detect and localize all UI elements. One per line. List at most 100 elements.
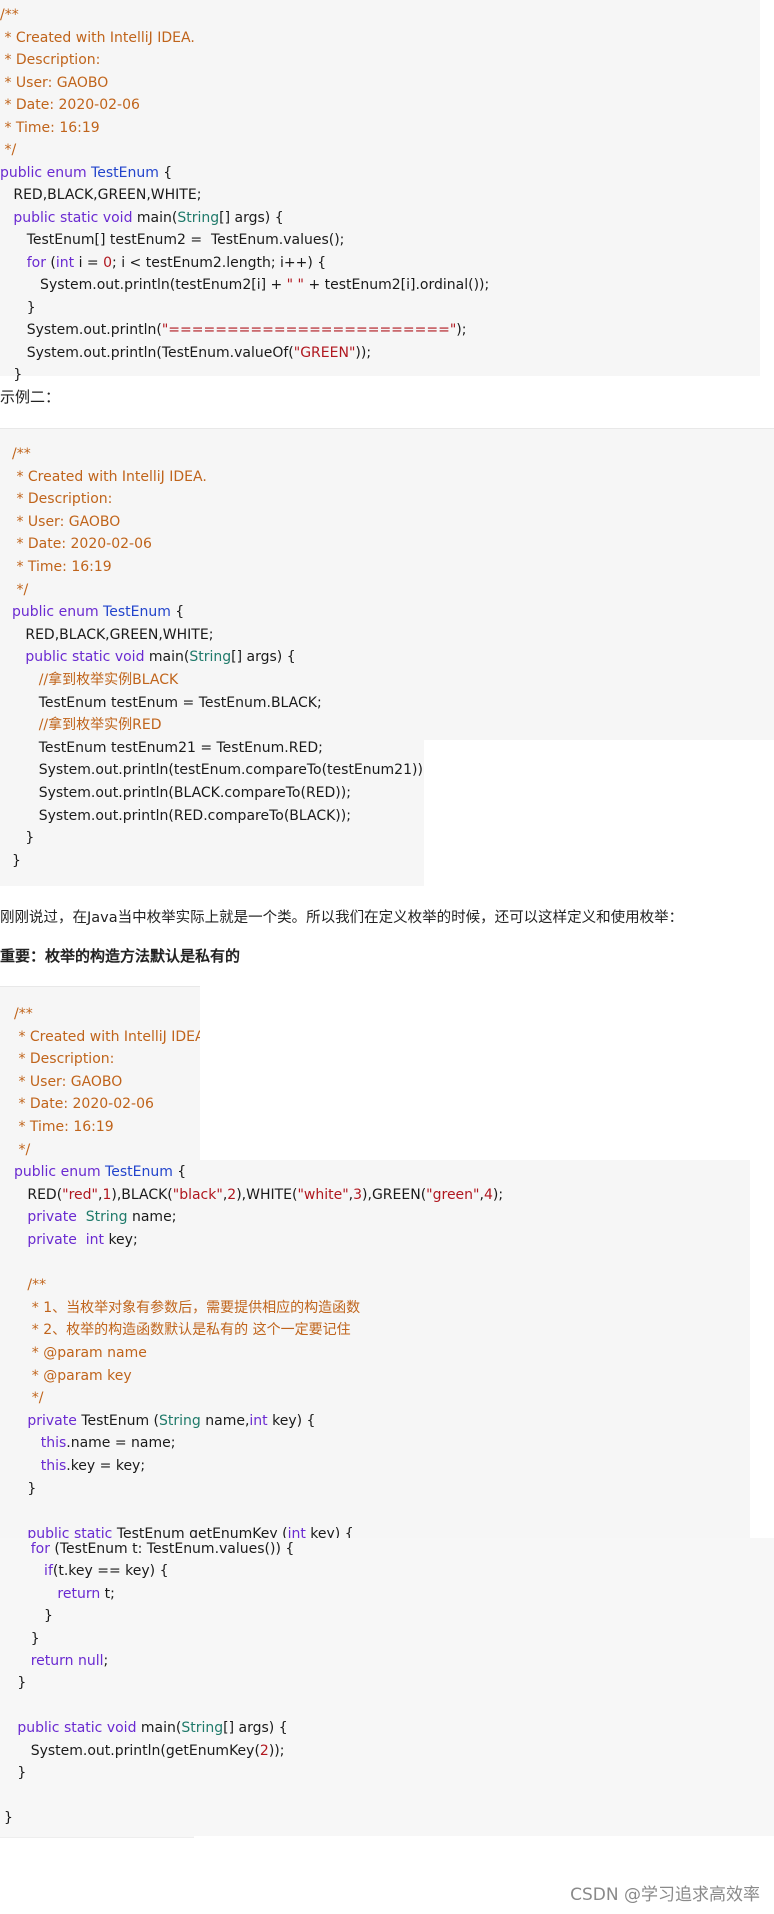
code-token: * @param name [14, 1345, 147, 1361]
code-token: } [4, 1608, 53, 1625]
code-line: * Time: 16:19 [0, 117, 99, 139]
code-line: for (TestEnum t: TestEnum.values()) { [4, 1538, 295, 1560]
code-token: void [102, 209, 137, 226]
code-token: * @param key [14, 1367, 132, 1384]
code-token: name, [205, 1412, 250, 1429]
code-token: //拿到枚举实例RED [12, 717, 162, 734]
code-line: private int key; [14, 1229, 137, 1251]
code-line: System.out.println(testEnum2[i] + " " + … [0, 274, 489, 296]
code-token: ); [456, 322, 467, 338]
code-token: static [63, 1720, 107, 1737]
code-line: /** [14, 1274, 46, 1296]
code-token: (t.key == key) { [52, 1563, 169, 1580]
code-line: * 1、当枚举对象有参数后，需要提供相应的构造函数 [14, 1297, 360, 1319]
code-line: } [4, 1605, 53, 1627]
code-token: .name = name; [66, 1435, 176, 1452]
code-token: "green" [426, 1186, 480, 1203]
code-line: } [12, 850, 21, 872]
csdn-watermark: CSDN @学习追求高效率 [570, 1885, 760, 1905]
code-token: * 1、当枚举对象有参数后，需要提供相应的构造函数 [14, 1299, 361, 1316]
code-token: } [4, 1809, 13, 1826]
code-token: * Created with IntelliJ IDEA. [12, 468, 207, 485]
code-token: String [177, 209, 220, 226]
code-token: * 2、枚举的构造函数默认是私有的 这个一定要记住 [14, 1322, 351, 1339]
code-token: return [4, 1653, 78, 1669]
code-token: t; [104, 1585, 115, 1602]
code-token: TestEnum [103, 604, 171, 621]
code-line: * Date: 2020-02-06 [12, 533, 151, 555]
code-token: enum [60, 1164, 106, 1181]
code-token: { [170, 604, 185, 621]
code-line: public enum TestEnum { [14, 1161, 186, 1183]
code-token: public [0, 209, 60, 226]
code-line: //拿到枚举实例RED [12, 714, 162, 736]
code-token: TestEnum [91, 164, 159, 181]
code-line: /** [14, 1003, 33, 1025]
example-two-label: 示例二： [0, 388, 61, 406]
code-line: * Date: 2020-02-06 [0, 94, 139, 116]
code-line: * @param key [14, 1365, 132, 1387]
code-token: public [14, 1164, 61, 1181]
code-token: } [4, 1765, 27, 1781]
code-line: System.out.println(testEnum.compareTo(te… [12, 759, 428, 781]
code-line: public static void main(String[] args) { [12, 646, 295, 668]
code-token: RED,BLACK,GREEN,WHITE; [12, 626, 214, 643]
code-token: * Description: [14, 1051, 115, 1068]
code-block-4: for (TestEnum t: TestEnum.values()) { if… [0, 1538, 774, 1838]
code-token: )); [268, 1742, 285, 1759]
code-line: RED,BLACK,GREEN,WHITE; [0, 184, 201, 206]
code-token: } [12, 852, 21, 869]
code-token: enum [58, 604, 104, 621]
code-token: return [4, 1585, 105, 1602]
code-line: RED("red",1),BLACK("black",2),WHITE("whi… [14, 1184, 503, 1206]
code-line: * Date: 2020-02-06 [14, 1093, 154, 1115]
code-token: ; i < testEnum2.length; i++) { [112, 254, 327, 271]
code-token: */ [14, 1390, 44, 1407]
code-line: } [4, 1628, 40, 1650]
code-token: void [106, 1720, 141, 1737]
code-token: "GREEN" [293, 344, 356, 361]
code-line: TestEnum testEnum = TestEnum.BLACK; [12, 692, 322, 714]
code-line: private TestEnum (String name,int key) { [14, 1410, 315, 1432]
code-token: * Created with IntelliJ IDEA. [0, 29, 195, 46]
code-token: } [4, 1630, 40, 1647]
explanation-paragraph: 刚刚说过，在Java当中枚举实际上就是一个类。所以我们在定义枚举的时候，还可以这… [0, 910, 684, 926]
code-token: enum [46, 164, 92, 181]
code-token: ),WHITE( [236, 1186, 298, 1203]
whitespace-overlay-4 [194, 1836, 774, 1846]
code-token: private [14, 1232, 86, 1248]
code-token: System.out.println(getEnumKey( [4, 1742, 260, 1759]
code-token: } [0, 367, 23, 383]
code-line: * Time: 16:19 [12, 556, 112, 578]
code-token: } [14, 1480, 37, 1497]
code-line: } [12, 827, 34, 849]
code-token: //拿到枚举实例BLACK [12, 672, 179, 688]
code-token: void [114, 649, 149, 666]
code-line: */ [14, 1139, 30, 1161]
code-token: * Time: 16:19 [14, 1119, 114, 1135]
code-token: RED,BLACK,GREEN,WHITE; [0, 187, 202, 203]
code-token: System.out.println(RED.compareTo(BLACK))… [12, 807, 351, 824]
code-token: )); [355, 344, 372, 361]
code-line: * Created with IntelliJ IDEA. [14, 1026, 208, 1048]
code-token: static [59, 209, 103, 226]
code-line: } [4, 1762, 26, 1784]
code-token: TestEnum testEnum = TestEnum.BLACK; [12, 694, 322, 711]
code-token: i = [78, 254, 104, 271]
code-token: { [158, 164, 173, 181]
code-line: System.out.println(TestEnum.valueOf("GRE… [0, 342, 371, 364]
code-token: * Date: 2020-02-06 [14, 1096, 154, 1113]
code-line: public enum TestEnum { [12, 601, 184, 623]
code-token: { [172, 1164, 187, 1181]
code-token: * Time: 16:19 [12, 559, 112, 575]
code-token: } [12, 830, 35, 847]
code-line: * User: GAOBO [14, 1071, 122, 1093]
code-line: * User: GAOBO [12, 511, 120, 533]
code-token: String [181, 1720, 224, 1737]
code-token: public [12, 604, 59, 621]
code-token: + testEnum2[i].ordinal()); [304, 277, 490, 293]
code-line: * @param name [14, 1342, 147, 1364]
code-token: } [4, 1675, 27, 1692]
code-token: System.out.println(TestEnum.valueOf( [0, 344, 294, 361]
code-token: System.out.println( [0, 322, 162, 338]
